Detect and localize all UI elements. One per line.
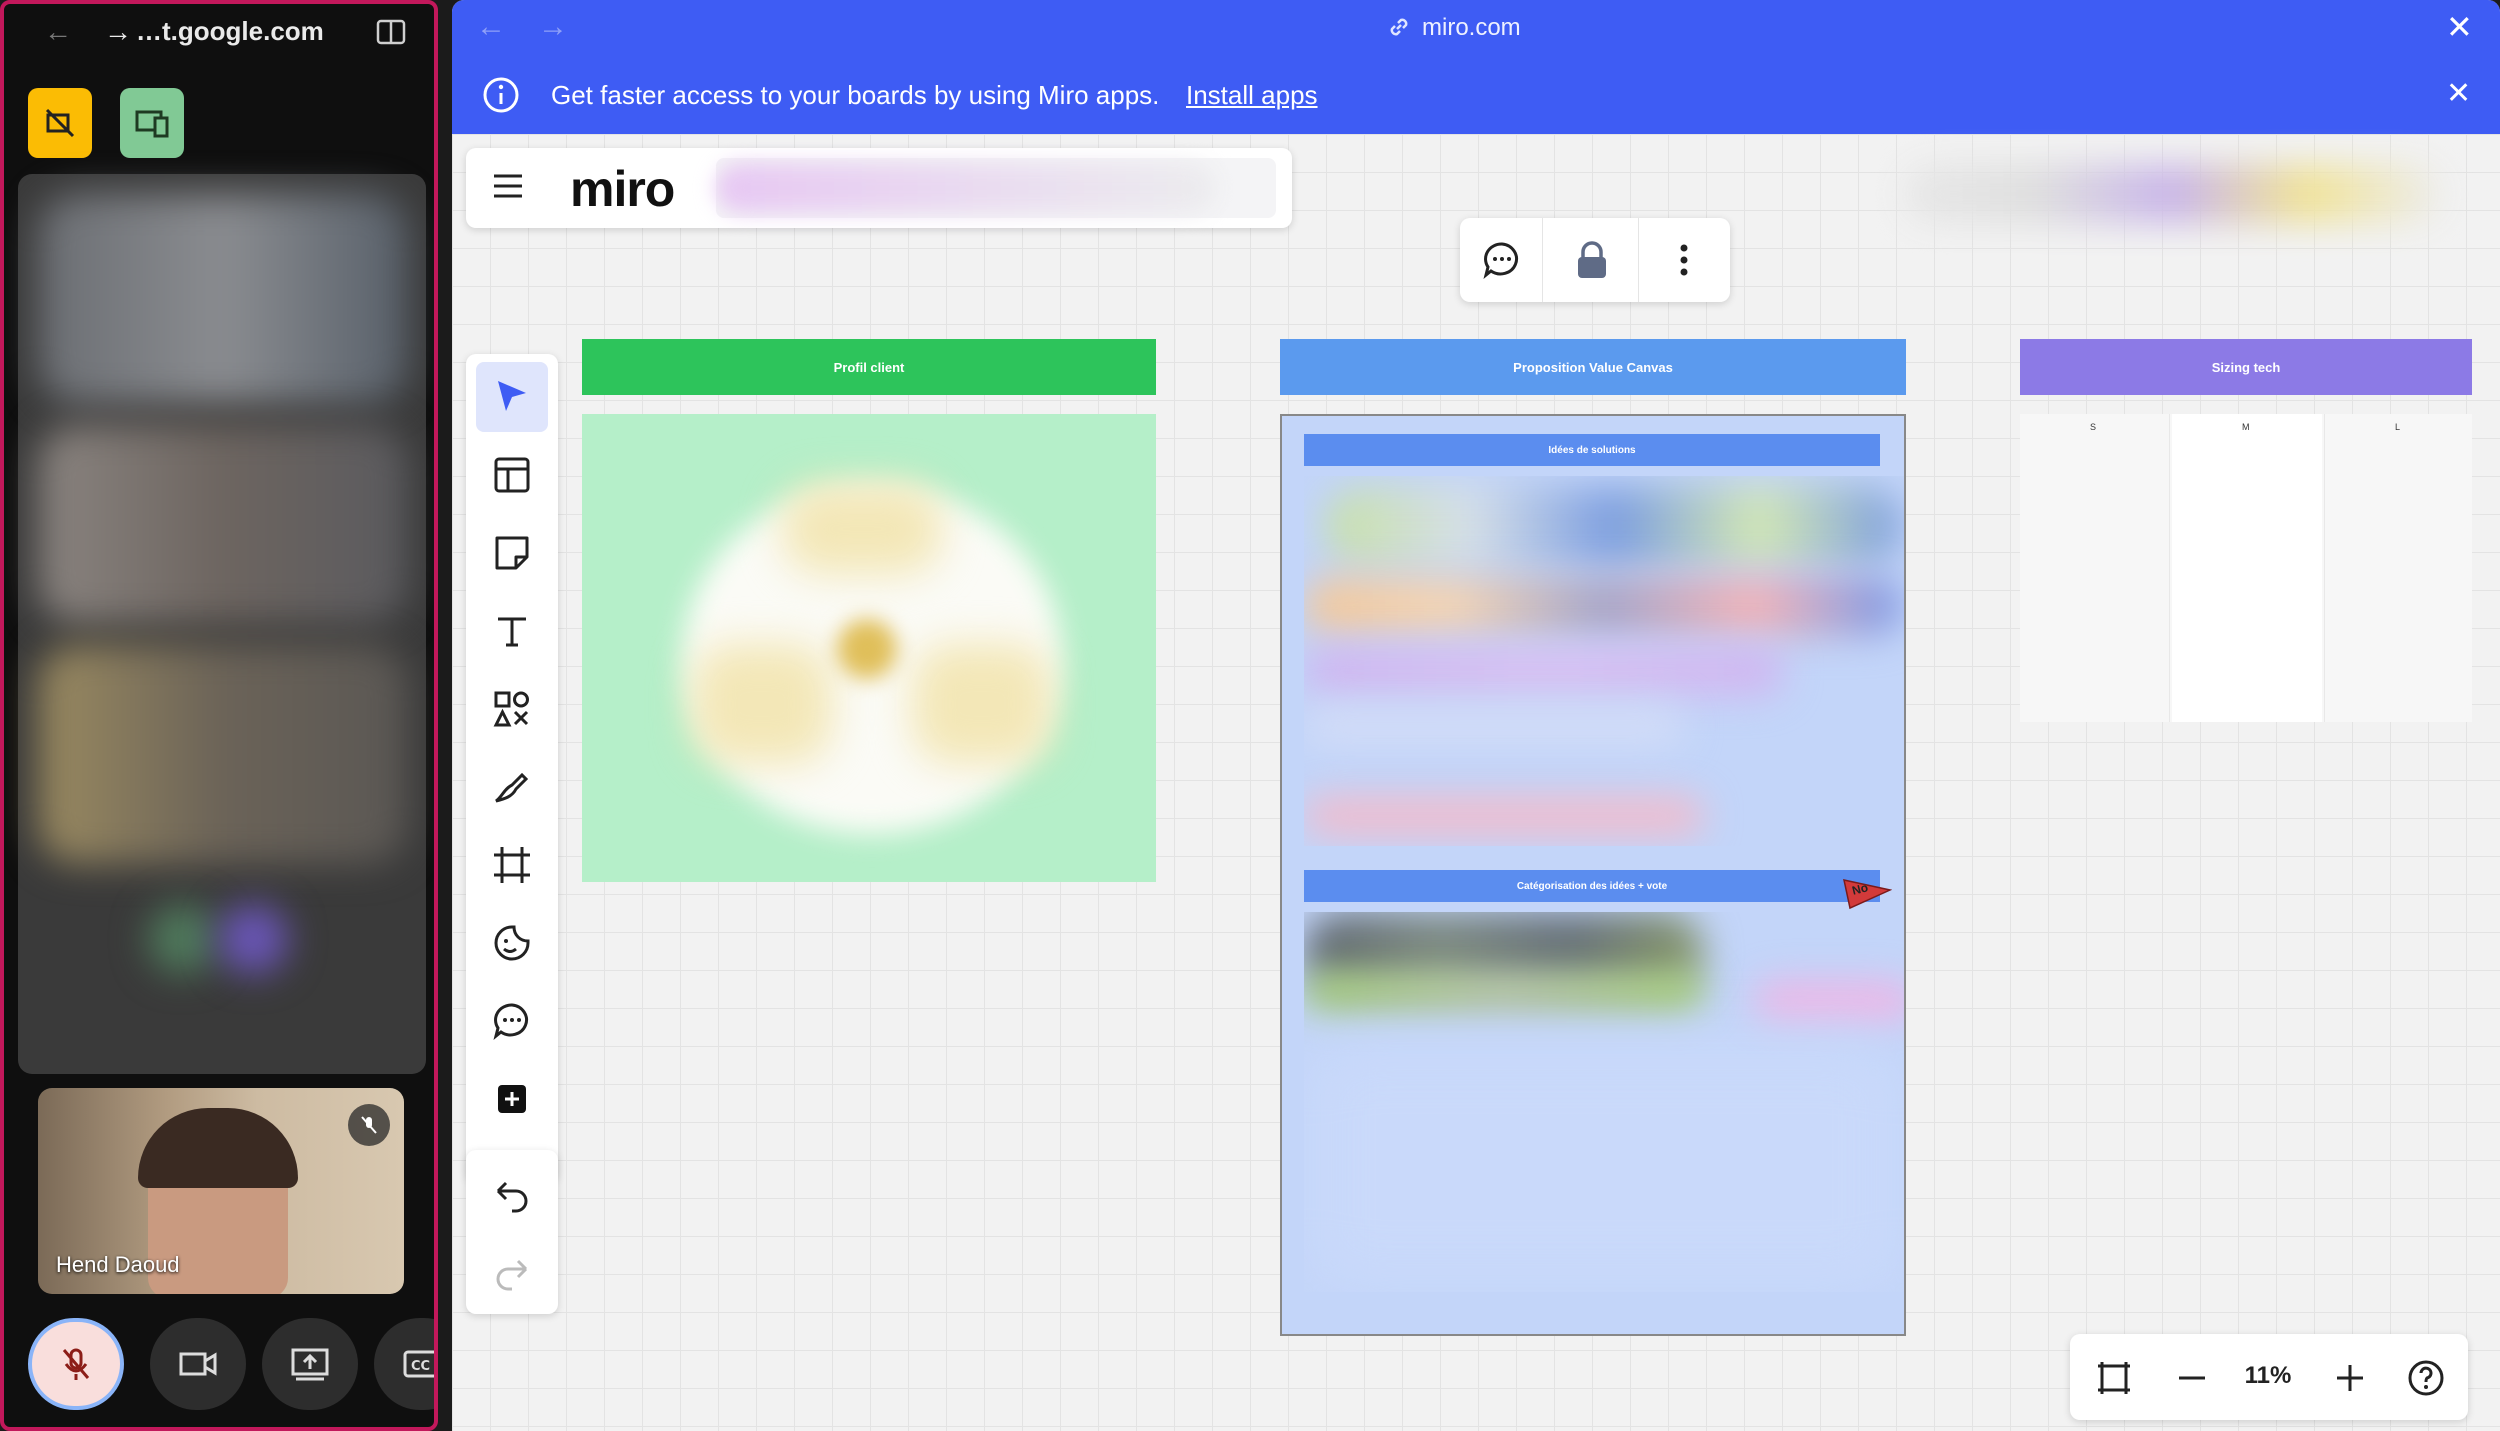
back-arrow-icon[interactable]: ← [44,16,72,48]
sticky-note-tool[interactable] [476,518,548,588]
sizing-col-m: M [2172,414,2322,722]
comment-icon [493,1003,528,1040]
frame-proposition-header[interactable]: Proposition Value Canvas [1280,339,1906,395]
sizing-col-s: S [2020,414,2170,722]
captions-button[interactable]: CC [374,1318,434,1410]
miro-url: miro.com [1422,14,1521,41]
zoom-panel: 11% [2070,1334,2468,1420]
text-tool[interactable] [476,596,548,666]
meet-url: …t.google.com [136,16,324,46]
cursor-icon [498,381,526,411]
no-video-icon [45,108,75,138]
zoom-in-button[interactable] [2324,1352,2376,1404]
help-icon [2408,1360,2444,1396]
meet-panel: ← → …t.google.com Hend Daoud CC [0,0,438,1431]
history-panel [466,1150,558,1314]
camera-off-button[interactable] [28,88,92,158]
undo-icon [496,1181,528,1213]
close-banner-icon[interactable]: ✕ [2446,76,2471,111]
muted-indicator [348,1104,390,1146]
text-icon [498,617,526,647]
frame-profil-client-header[interactable]: Profil client [582,339,1156,395]
board-header-panel: miro [466,148,1292,228]
browser-titlebar: ← → miro.com ✕ [452,0,2500,56]
link-icon [1386,14,1412,45]
menu-icon[interactable] [490,168,526,209]
minus-icon [2179,1376,2205,1380]
redo-button[interactable] [476,1240,548,1310]
categorisation-section-header: Catégorisation des idées + vote [1304,870,1880,902]
frame-sizing-tech[interactable]: S M L [2020,414,2472,722]
self-view-tile: Hend Daoud [38,1088,404,1294]
mic-off-icon [62,1348,90,1380]
board-title[interactable] [716,158,1276,218]
frame-profil-client[interactable] [582,414,1156,882]
sticky-note-icon [495,536,529,570]
pen-icon [495,772,529,803]
plus-icon [2337,1365,2363,1391]
board-actions-toolbar [1460,218,1730,302]
frame-icon [494,847,530,883]
split-view-icon[interactable] [376,18,406,51]
banner-message: Get faster access to your boards by usin… [551,80,1160,110]
no-sticker: No [1842,876,1893,910]
captions-icon: CC [403,1350,434,1378]
more-options-icon[interactable] [1678,240,1690,285]
sticker-tool[interactable] [476,908,548,978]
select-tool[interactable] [476,362,548,432]
mic-off-icon [361,1116,377,1134]
forward-arrow-icon[interactable]: → [538,10,568,44]
frame-sizing-tech-header[interactable]: Sizing tech [2020,339,2472,395]
categorisation-area [1304,912,1904,1292]
install-apps-link[interactable]: Install apps [1186,80,1318,111]
collaborators-panel [1892,154,2452,234]
help-button[interactable] [2400,1352,2452,1404]
ideas-section-header: Idées de solutions [1304,434,1880,466]
frame-tool[interactable] [476,830,548,900]
forward-arrow-icon: → [104,16,132,47]
sizing-col-l: L [2324,414,2472,722]
zoom-out-button[interactable] [2166,1352,2218,1404]
back-arrow-icon[interactable]: ← [476,10,506,44]
frame-proposition-value-canvas[interactable]: Idées de solutions Catégorisation des id… [1280,414,1906,1336]
meet-topbar: ← → …t.google.com [4,4,434,64]
tools-panel [466,354,558,1182]
template-icon [494,457,530,493]
plus-box-icon [498,1085,526,1113]
fit-to-screen-button[interactable] [2088,1352,2140,1404]
install-apps-banner: Get faster access to your boards by usin… [452,56,2500,134]
pen-tool[interactable] [476,752,548,822]
comment-tool[interactable] [476,986,548,1056]
present-icon [291,1348,329,1381]
camera-icon [179,1352,217,1376]
participants-grid [18,174,426,1074]
lock-icon[interactable] [1574,240,1610,285]
frame-icon [2098,1362,2130,1394]
present-screen-button[interactable] [262,1318,358,1410]
device-button[interactable] [120,88,184,158]
svg-text:CC: CC [411,1359,430,1374]
close-window-icon[interactable]: ✕ [2446,8,2473,46]
miro-logo: miro [570,161,675,217]
board-canvas[interactable]: miro Profil client Proposition Value Can… [452,134,2500,1431]
redo-icon [496,1259,528,1291]
camera-toggle-button[interactable] [150,1318,246,1410]
zoom-level[interactable]: 11% [2228,1362,2308,1390]
ideas-sticky-notes [1304,476,1904,846]
comment-icon[interactable] [1482,240,1522,285]
devices-icon [135,110,169,138]
templates-tool[interactable] [476,440,548,510]
shapes-icon [493,691,529,727]
sticker-icon [494,925,530,961]
more-apps-tool[interactable] [476,1064,548,1134]
shapes-tool[interactable] [476,674,548,744]
info-icon [482,76,520,119]
mic-toggle-button[interactable] [28,1318,124,1410]
undo-button[interactable] [476,1162,548,1232]
miro-window: ← → miro.com ✕ Get faster access to your… [452,0,2500,1431]
participant-name: Hend Daoud [56,1252,180,1277]
